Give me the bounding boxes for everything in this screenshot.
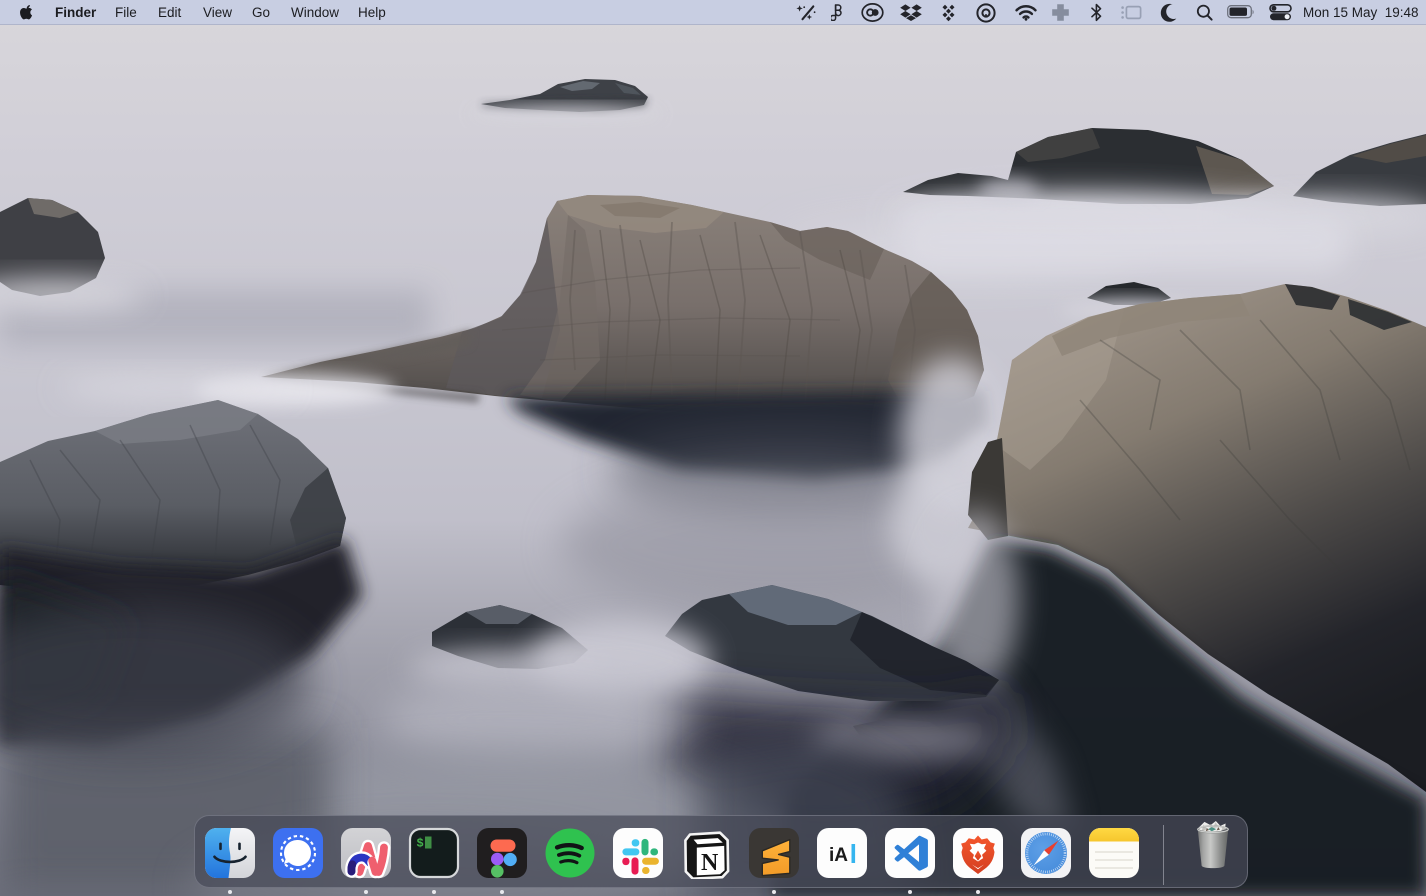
svg-text:N: N xyxy=(701,850,719,876)
svg-text:$: $ xyxy=(417,837,424,851)
svg-text:iA: iA xyxy=(829,845,848,866)
